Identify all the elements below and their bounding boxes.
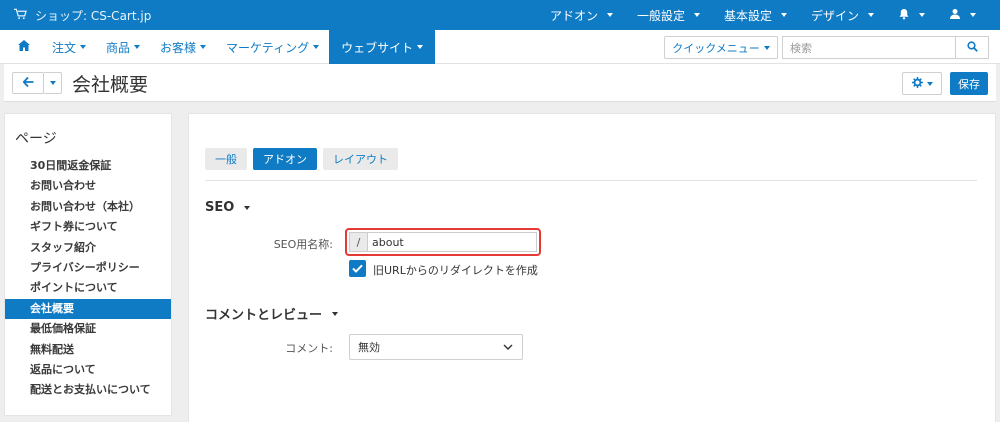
user-menu[interactable] xyxy=(937,0,988,30)
menu-general-settings[interactable]: 一般設定 xyxy=(625,0,712,30)
notifications-menu[interactable] xyxy=(886,0,937,30)
top-bar: ショップ: CS-Cart.jp アドオン 一般設定 基本設定 デザイン xyxy=(0,0,1000,30)
chevron-down-icon xyxy=(417,45,424,49)
comments-label: コメント: xyxy=(285,342,333,355)
chevron-down-icon xyxy=(49,81,56,85)
nav-customers-label: お客様 xyxy=(160,40,197,55)
comments-section-title: コメントとレビュー xyxy=(205,308,323,323)
sidebar-item[interactable]: 最低価格保証 xyxy=(5,319,171,339)
chevron-down-icon xyxy=(313,45,320,49)
user-icon xyxy=(949,8,961,23)
chevron-down-icon xyxy=(780,13,787,17)
chevron-down-icon xyxy=(80,45,87,49)
chevron-down-icon xyxy=(244,205,251,210)
seo-name-field: / about xyxy=(345,228,541,256)
sidebar-item-active[interactable]: 会社概要 xyxy=(5,298,171,320)
sidebar-item[interactable]: 返品について xyxy=(5,360,171,380)
chevron-down-icon xyxy=(693,13,700,17)
nav-products-label: 商品 xyxy=(106,40,131,55)
nav-website[interactable]: ウェブサイト xyxy=(329,30,436,64)
chevron-down-icon xyxy=(763,45,770,50)
chevron-down-icon xyxy=(606,13,613,17)
sidebar-item[interactable]: 30日間返金保証 xyxy=(5,156,171,176)
divider xyxy=(205,180,977,181)
save-button[interactable]: 保存 xyxy=(950,72,988,95)
chevron-down-icon xyxy=(970,13,976,17)
menu-basic-settings[interactable]: 基本設定 xyxy=(712,0,799,30)
nav-products[interactable]: 商品 xyxy=(96,30,150,64)
seo-section-toggle[interactable]: SEO xyxy=(205,200,251,215)
nav-orders-label: 注文 xyxy=(52,40,77,55)
home-button[interactable] xyxy=(10,30,38,64)
page-title: 会社概要 xyxy=(72,74,149,96)
nav-orders[interactable]: 注文 xyxy=(42,30,96,64)
home-icon xyxy=(18,40,30,54)
search-icon xyxy=(966,40,978,55)
menu-general-settings-label: 一般設定 xyxy=(636,8,685,23)
back-button[interactable] xyxy=(12,72,44,94)
sidebar-item[interactable]: 無料配送 xyxy=(5,340,171,360)
title-bar: 会社概要 保存 xyxy=(4,64,996,102)
comments-section-toggle[interactable]: コメントとレビュー xyxy=(205,304,339,323)
menu-addons[interactable]: アドオン xyxy=(538,0,625,30)
seo-section-title: SEO xyxy=(205,200,235,215)
menu-design-label: デザイン xyxy=(810,8,859,23)
sidebar-item[interactable]: スタッフ紹介 xyxy=(5,238,171,258)
search-button[interactable] xyxy=(956,36,989,59)
pages-sidebar: ページ 30日間返金保証 お問い合わせ お問い合わせ（本社） ギフト券について … xyxy=(4,113,172,416)
sidebar-item[interactable]: お問い合わせ（本社） xyxy=(5,197,171,217)
redirect-checkbox-label: 旧URLからのリダイレクトを作成 xyxy=(373,264,538,277)
sidebar-item[interactable]: 配送とお支払いについて xyxy=(5,380,171,400)
comments-selected-value: 無効 xyxy=(358,341,380,354)
store-selector[interactable]: ショップ: CS-Cart.jp xyxy=(14,0,151,30)
store-label: ショップ: CS-Cart.jp xyxy=(35,8,152,23)
sidebar-item[interactable]: お問い合わせ xyxy=(5,176,171,196)
tab-general[interactable]: 一般 xyxy=(205,148,247,170)
chevron-down-icon xyxy=(200,45,207,49)
sidebar-list: 30日間返金保証 お問い合わせ お問い合わせ（本社） ギフト券について スタッフ… xyxy=(5,156,171,401)
seo-name-label: SEO用名称: xyxy=(273,238,333,251)
tabs: 一般 アドオン レイアウト xyxy=(205,148,398,170)
cart-icon xyxy=(14,8,27,23)
back-history-dropdown[interactable] xyxy=(44,72,62,94)
search-input[interactable]: 検索 xyxy=(782,36,956,59)
main-panel: 一般 アドオン レイアウト SEO SEO用名称: / about 旧URLから… xyxy=(188,113,996,422)
seo-name-prefix: / xyxy=(349,232,367,252)
bell-icon xyxy=(898,8,910,23)
settings-dropdown-button[interactable] xyxy=(902,72,942,95)
chevron-down-icon xyxy=(332,311,339,316)
menu-basic-settings-label: 基本設定 xyxy=(723,8,772,23)
quick-menu-button[interactable]: クイックメニュー xyxy=(664,36,778,59)
nav-marketing[interactable]: マーケティング xyxy=(216,30,329,64)
sidebar-item[interactable]: ギフト券について xyxy=(5,217,171,237)
sidebar-item[interactable]: ポイントについて xyxy=(5,278,171,298)
menu-addons-label: アドオン xyxy=(549,8,598,23)
gear-icon xyxy=(911,76,923,91)
comments-select[interactable]: 無効 xyxy=(349,334,523,360)
arrow-left-icon xyxy=(22,76,34,90)
sidebar-title: ページ xyxy=(15,131,57,147)
quick-menu-label: クイックメニュー xyxy=(672,41,760,55)
redirect-checkbox[interactable] xyxy=(349,260,366,277)
chevron-down-icon xyxy=(502,341,514,356)
menu-design[interactable]: デザイン xyxy=(799,0,886,30)
chevron-down-icon xyxy=(919,13,925,17)
nav-marketing-label: マーケティング xyxy=(226,40,310,55)
sidebar-item[interactable]: プライバシーポリシー xyxy=(5,258,171,278)
seo-name-input[interactable]: about xyxy=(367,232,537,252)
chevron-down-icon xyxy=(134,45,141,49)
chevron-down-icon xyxy=(926,81,933,86)
check-icon xyxy=(352,262,363,276)
tab-addons[interactable]: アドオン xyxy=(253,148,317,170)
nav-customers[interactable]: お客様 xyxy=(150,30,216,64)
chevron-down-icon xyxy=(868,13,874,17)
tab-layout[interactable]: レイアウト xyxy=(323,148,398,170)
search-placeholder: 検索 xyxy=(790,41,812,55)
nav-website-label: ウェブサイト xyxy=(341,40,414,55)
